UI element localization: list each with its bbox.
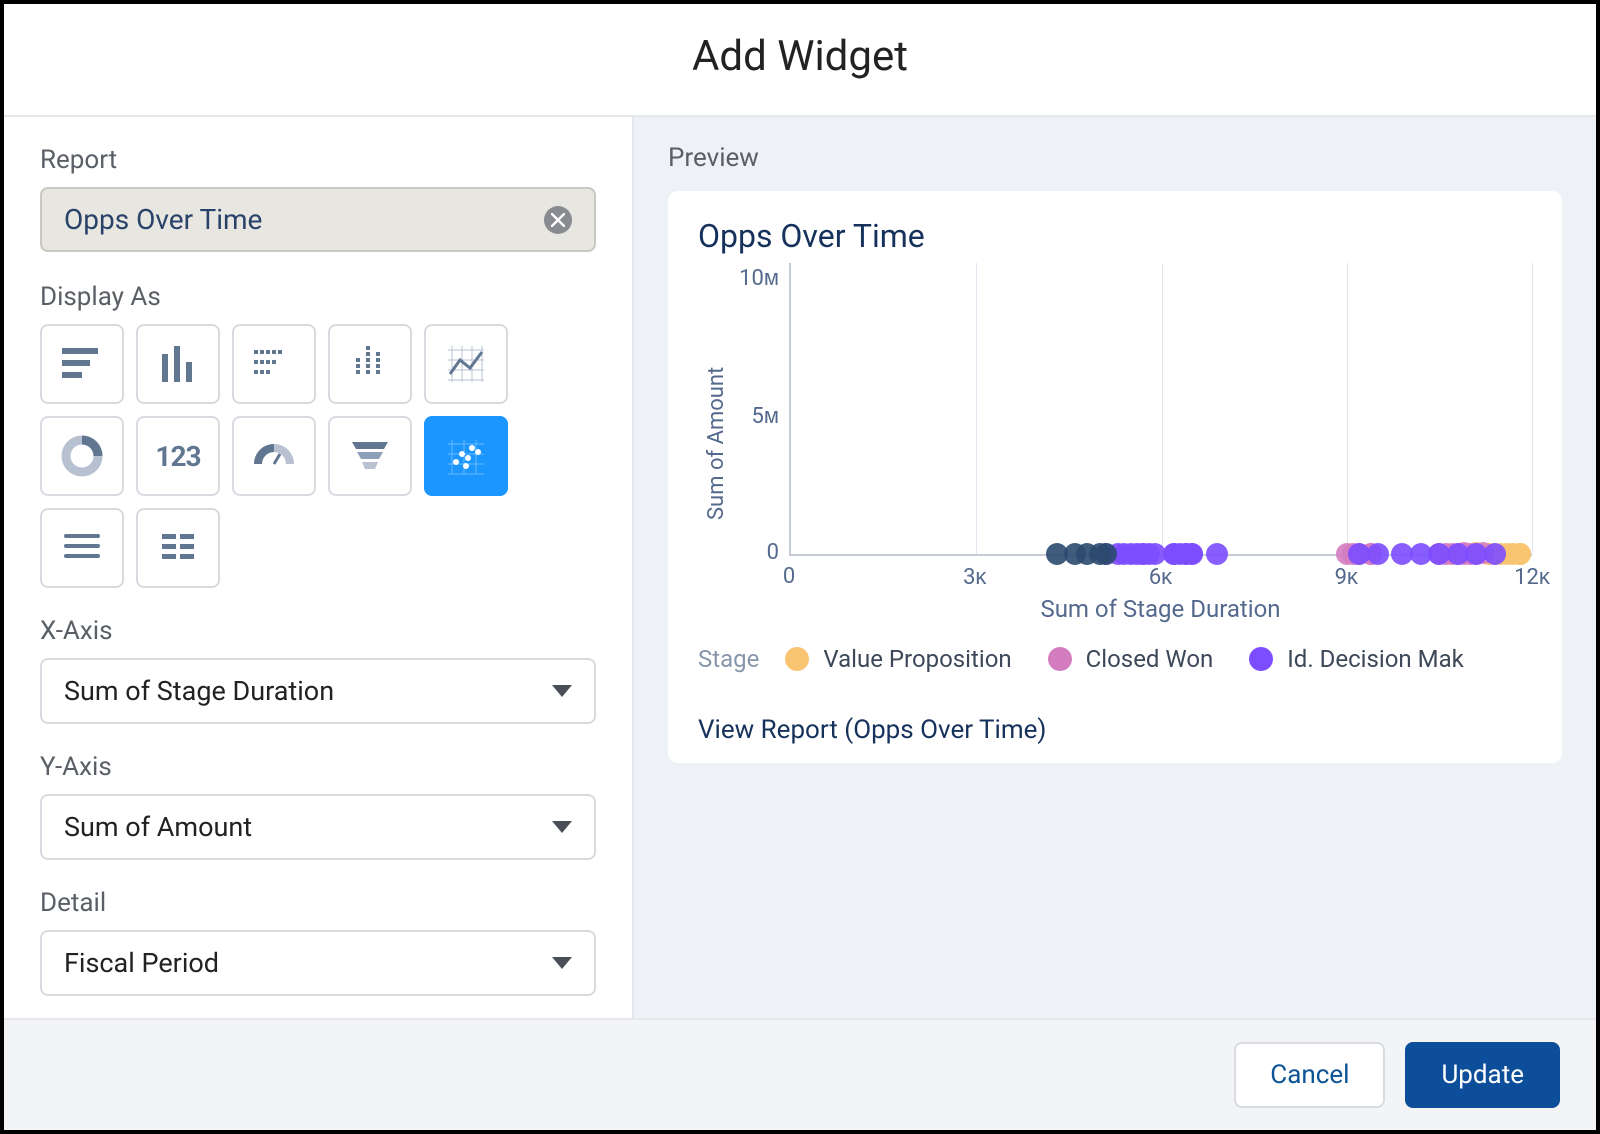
stacked-vbar-icon (346, 340, 394, 388)
scatter-icon (442, 432, 490, 480)
donut-chart-icon (58, 432, 106, 480)
modal-body: Report Opps Over Time Display As (4, 117, 1596, 1018)
legend-label: Id. Decision Mak (1287, 645, 1464, 673)
line-chart-icon (442, 340, 490, 388)
gauge-icon (250, 432, 298, 480)
x-tick: 3ᴋ (963, 564, 986, 590)
chart-type-metric[interactable]: 123 (136, 416, 220, 496)
chart-legend: Stage Value Proposition Closed Won Id. D… (698, 645, 1532, 673)
chart-type-gauge[interactable] (232, 416, 316, 496)
legend-label: Value Proposition (823, 645, 1011, 673)
y-axis-label: Y-Axis (40, 752, 596, 782)
x-axis-select[interactable]: Sum of Stage Duration (40, 658, 596, 724)
chart-type-donut[interactable] (40, 416, 124, 496)
x-tick: 9ᴋ (1335, 564, 1358, 590)
legend-item: Value Proposition (785, 645, 1011, 673)
modal-title: Add Widget (4, 4, 1596, 117)
chart-type-table-grid[interactable] (136, 508, 220, 588)
legend-swatch (1249, 647, 1273, 671)
chart-type-horizontal-bar[interactable] (40, 324, 124, 404)
legend-label: Closed Won (1086, 645, 1214, 673)
funnel-icon (346, 432, 394, 480)
data-point (1206, 543, 1228, 565)
data-point (1509, 543, 1531, 565)
horizontal-bar-icon (58, 340, 106, 388)
legend-title: Stage (698, 645, 759, 673)
table-lines-icon (58, 524, 106, 572)
x-tick: 12ᴋ (1514, 564, 1550, 590)
legend-item: Closed Won (1048, 645, 1214, 673)
config-panel: Report Opps Over Time Display As (4, 117, 634, 1018)
chart-title: Opps Over Time (698, 217, 1532, 255)
y-tick: 10ᴍ (729, 265, 779, 291)
chart-type-grid: 123 (40, 324, 596, 588)
x-axis-title: Sum of Stage Duration (789, 595, 1532, 623)
report-select[interactable]: Opps Over Time (40, 187, 596, 252)
x-axis-ticks: 03ᴋ6ᴋ9ᴋ12ᴋ (789, 564, 1532, 589)
cancel-button[interactable]: Cancel (1234, 1042, 1385, 1108)
y-axis-ticks: 10ᴍ 5ᴍ 0 (729, 265, 789, 565)
scatter-plot (789, 263, 1532, 556)
data-point (1484, 543, 1506, 565)
close-icon (551, 213, 565, 227)
y-tick: 5ᴍ (729, 403, 779, 429)
x-tick: 0 (783, 564, 795, 589)
detail-value: Fiscal Period (64, 947, 219, 979)
report-label: Report (40, 145, 596, 175)
chart-type-stacked-vbar[interactable] (328, 324, 412, 404)
table-grid-icon (154, 524, 202, 572)
y-axis-title: Sum of Amount (698, 263, 729, 623)
add-widget-modal: Add Widget Report Opps Over Time Display… (0, 0, 1600, 1134)
legend-swatch (1048, 647, 1072, 671)
x-axis-value: Sum of Stage Duration (64, 675, 334, 707)
chart-type-scatter[interactable] (424, 416, 508, 496)
preview-label: Preview (668, 143, 1562, 173)
preview-card: Opps Over Time Sum of Amount 10ᴍ 5ᴍ 0 0 3… (668, 191, 1562, 763)
display-as-label: Display As (40, 282, 596, 312)
y-tick: 0 (729, 540, 779, 565)
y-axis-value: Sum of Amount (64, 811, 252, 843)
detail-select[interactable]: Fiscal Period (40, 930, 596, 996)
chart-type-line[interactable] (424, 324, 508, 404)
chart-type-funnel[interactable] (328, 416, 412, 496)
x-tick: 6ᴋ (1149, 564, 1172, 590)
chart-type-vertical-bar[interactable] (136, 324, 220, 404)
chevron-down-icon (552, 821, 572, 833)
report-value: Opps Over Time (64, 203, 262, 236)
chart-type-stacked-hbar[interactable] (232, 324, 316, 404)
vertical-bar-icon (154, 340, 202, 388)
metric-icon: 123 (155, 440, 200, 473)
chart-type-table-lines[interactable] (40, 508, 124, 588)
data-point (1367, 543, 1389, 565)
data-point (1181, 543, 1203, 565)
legend-swatch (785, 647, 809, 671)
stacked-hbar-icon (250, 340, 298, 388)
data-point (1120, 543, 1142, 565)
chart-area: Sum of Amount 10ᴍ 5ᴍ 0 03ᴋ6ᴋ9ᴋ12ᴋ Sum of… (698, 263, 1532, 623)
x-axis-label: X-Axis (40, 616, 596, 646)
view-report-link[interactable]: View Report (Opps Over Time) (698, 715, 1532, 745)
preview-panel: Preview Opps Over Time Sum of Amount 10ᴍ… (634, 117, 1596, 1018)
legend-item: Id. Decision Mak (1249, 645, 1464, 673)
data-point (1095, 543, 1117, 565)
update-button[interactable]: Update (1405, 1042, 1560, 1108)
chevron-down-icon (552, 685, 572, 697)
chevron-down-icon (552, 957, 572, 969)
modal-footer: Cancel Update (4, 1018, 1596, 1130)
clear-report-button[interactable] (544, 206, 572, 234)
y-axis-select[interactable]: Sum of Amount (40, 794, 596, 860)
detail-label: Detail (40, 888, 596, 918)
